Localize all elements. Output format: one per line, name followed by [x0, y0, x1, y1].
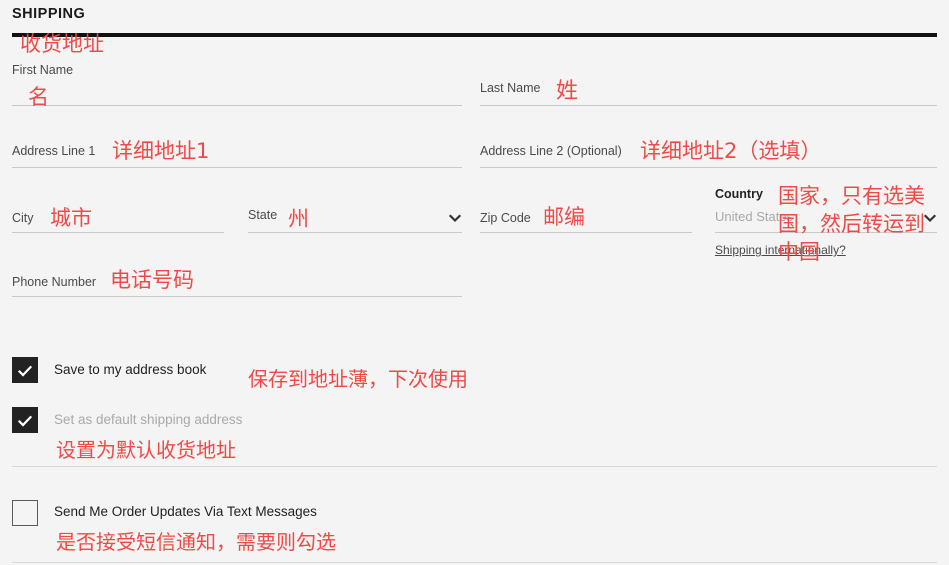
address-line-1-underline	[12, 167, 462, 168]
options-divider-bottom	[12, 562, 937, 563]
save-address-checkbox[interactable]	[12, 357, 38, 383]
options-divider-top	[12, 466, 937, 467]
annotation-city: 城市	[50, 206, 92, 230]
address-line-2-underline	[480, 167, 937, 168]
annotation-text-updates: 是否接受短信通知，需要则勾选	[56, 530, 336, 554]
first-name-label: First Name	[12, 63, 74, 77]
text-updates-checkbox[interactable]	[12, 500, 38, 526]
annotation-country-line-3: 中国	[778, 240, 820, 264]
state-label: State	[248, 208, 278, 222]
heading-divider	[12, 33, 937, 37]
annotation-first-name: 名	[28, 85, 49, 109]
last-name-field[interactable]: Last Name	[480, 80, 937, 106]
city-label: City	[12, 211, 34, 225]
address-line-1-label: Address Line 1	[12, 144, 96, 158]
phone-number-label: Phone Number	[12, 275, 97, 289]
shipping-form-page: SHIPPING First Name Last Name Address Li…	[0, 0, 949, 565]
save-address-label[interactable]: Save to my address book	[54, 362, 206, 377]
check-icon	[17, 365, 33, 377]
annotation-state: 州	[288, 207, 309, 231]
annotation-address-line-1: 详细地址1	[112, 139, 210, 163]
country-label: Country	[715, 187, 763, 201]
chevron-down-icon[interactable]	[923, 211, 937, 225]
chevron-down-icon[interactable]	[448, 211, 462, 225]
first-name-field[interactable]: First Name	[12, 62, 462, 106]
first-name-underline	[12, 105, 462, 106]
state-select[interactable]: State	[248, 204, 462, 233]
annotation-shipping-address: 收货地址	[20, 32, 104, 56]
annotation-country-line-2: 国，然后转运到	[778, 212, 925, 236]
address-line-2-label: Address Line 2 (Optional)	[480, 144, 622, 158]
annotation-phone-number: 电话号码	[110, 268, 194, 292]
zip-code-field[interactable]: Zip Code	[480, 208, 692, 233]
city-field[interactable]: City	[12, 208, 224, 233]
default-address-checkbox[interactable]	[12, 407, 38, 433]
city-underline	[12, 232, 224, 233]
phone-number-underline	[12, 296, 462, 297]
annotation-last-name: 姓	[556, 79, 579, 104]
annotation-country-line-1: 国家，只有选美	[778, 184, 925, 208]
state-underline	[248, 232, 462, 233]
page-title: SHIPPING	[12, 6, 86, 22]
last-name-underline	[480, 105, 937, 106]
zip-code-label: Zip Code	[480, 211, 531, 225]
address-line-1-field[interactable]: Address Line 1	[12, 142, 462, 168]
phone-number-field[interactable]: Phone Number	[12, 272, 462, 297]
annotation-zip-code: 邮编	[543, 205, 585, 229]
last-name-label: Last Name	[480, 81, 541, 95]
annotation-save-address: 保存到地址薄，下次使用	[248, 367, 468, 391]
zip-code-underline	[480, 232, 692, 233]
default-address-label[interactable]: Set as default shipping address	[54, 412, 242, 427]
annotation-default-address: 设置为默认收货地址	[56, 438, 236, 462]
check-icon	[17, 415, 33, 427]
annotation-address-line-2: 详细地址2（选填）	[640, 139, 822, 163]
text-updates-label[interactable]: Send Me Order Updates Via Text Messages	[54, 504, 317, 519]
